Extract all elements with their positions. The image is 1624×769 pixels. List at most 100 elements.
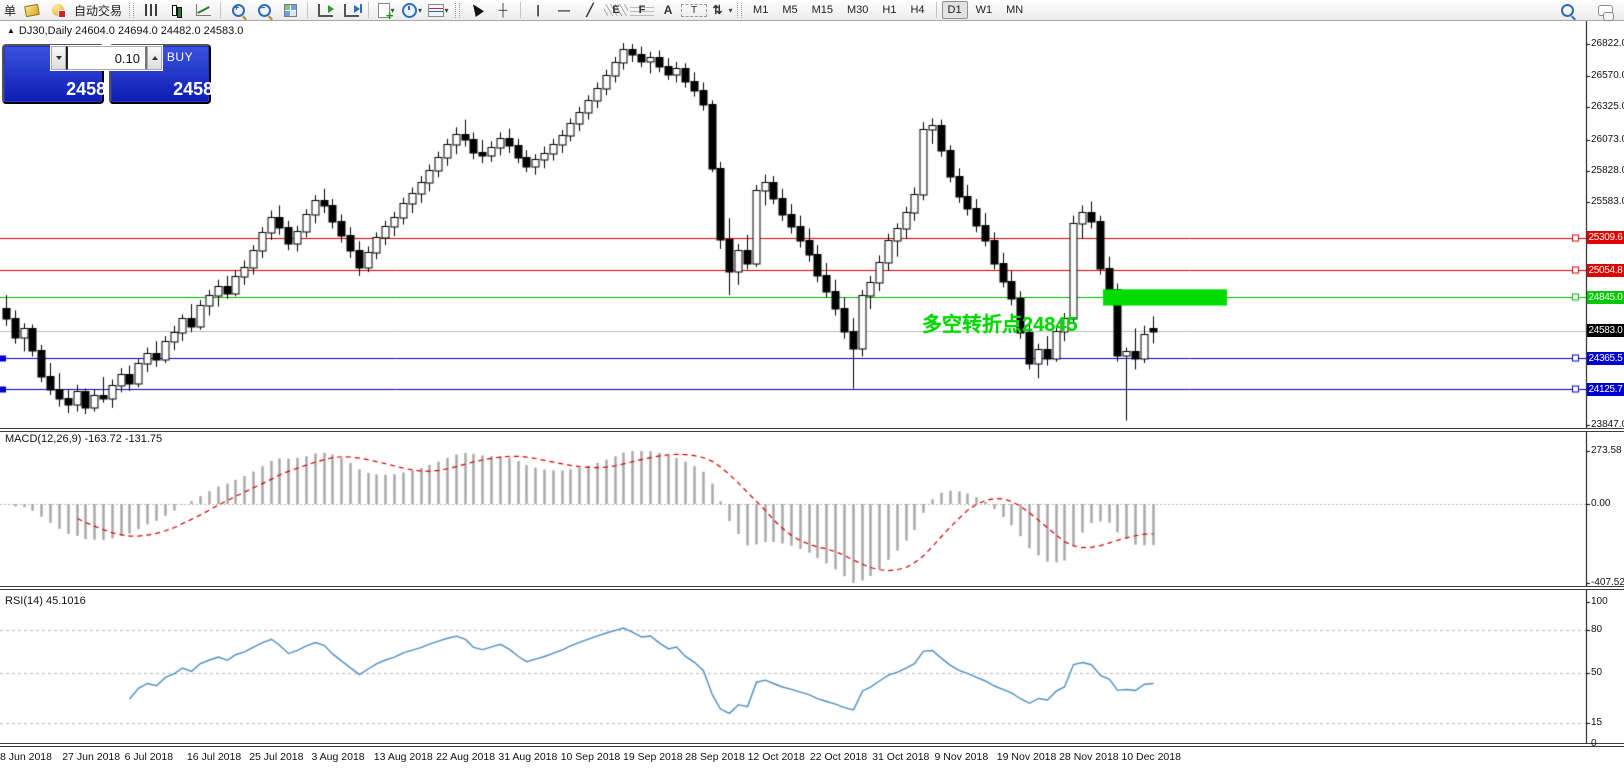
tile-windows-button[interactable]	[278, 1, 302, 20]
timeframe-w1[interactable]: W1	[970, 1, 999, 19]
price-tick-label: 23847.0	[1591, 419, 1624, 430]
chat-button[interactable]	[1593, 1, 1617, 20]
toolbar-grip[interactable]	[455, 3, 460, 18]
fibonacci-tool-icon: F	[630, 4, 654, 16]
autotrading-button[interactable]	[46, 1, 70, 20]
zoom-in-button[interactable]	[226, 1, 250, 20]
search-button[interactable]	[1555, 1, 1579, 20]
ohlc-text: DJ30,Daily 24604.0 24694.0 24482.0 24583…	[19, 25, 243, 37]
zoom-out-icon	[258, 4, 271, 17]
price-tag: 24125.7	[1587, 383, 1624, 396]
label-tool-button[interactable]: T	[682, 1, 706, 20]
chart-shift-button[interactable]	[339, 1, 363, 20]
channel-tool-button[interactable]: E	[604, 1, 628, 20]
macd-tick-label: -407.52	[1591, 577, 1624, 588]
toolbar-separator	[520, 2, 521, 18]
chart-annotation-text[interactable]: 多空转折点24845	[922, 308, 1078, 337]
indicators-icon	[378, 3, 390, 18]
date-tick-label: 16 Jul 2018	[187, 751, 241, 763]
periods-button[interactable]: ▾	[400, 1, 424, 20]
text-tool-button[interactable]: A	[656, 1, 680, 20]
bar-chart-button[interactable]	[139, 1, 163, 20]
timeframe-h4[interactable]: H4	[904, 1, 930, 19]
price-tick-label: 25583.0	[1591, 196, 1624, 207]
indicators-button[interactable]: ▾	[374, 1, 398, 20]
rsi-tick-label: 0	[1591, 738, 1597, 749]
trendline-tool-icon: ╱	[580, 3, 600, 17]
horizontal-line-tool-button[interactable]: —	[552, 1, 576, 20]
autotrading-label: 自动交易	[74, 2, 122, 19]
cursor-icon	[469, 1, 484, 17]
date-tick-label: 28 Nov 2018	[1059, 751, 1119, 763]
date-tick-label: 28 Sep 2018	[685, 751, 745, 763]
timeframe-m1[interactable]: M1	[747, 1, 774, 19]
volume-spinner	[50, 45, 163, 71]
date-tick-label: 19 Nov 2018	[997, 751, 1057, 763]
auto-scroll-button[interactable]	[313, 1, 337, 20]
date-tick-label: 13 Aug 2018	[374, 751, 433, 763]
templates-button[interactable]: ▾	[426, 1, 450, 20]
price-tick-label: 26325.0	[1591, 101, 1624, 112]
buy-price: 24589.0	[160, 71, 258, 100]
timeframe-m30[interactable]: M30	[841, 1, 874, 19]
volume-input[interactable]	[66, 46, 147, 70]
triangle-down-icon	[56, 56, 62, 60]
one-click-trade-panel: SELL 24583.0 BUY 24589.0	[2, 44, 211, 104]
date-tick-label: 10 Sep 2018	[561, 751, 621, 763]
mt4-window: 单自动交易▾▾▾┼|—╱EFAT⇅▾M1M5M15M30H1H4D1W1MN ▲…	[0, 0, 1624, 769]
date-tick-label: 6 Jul 2018	[125, 751, 173, 763]
toolbar-grip[interactable]	[129, 3, 134, 18]
timeframe-mn[interactable]: MN	[1000, 1, 1029, 19]
rsi-tick-label: 50	[1591, 667, 1602, 678]
chart-canvas[interactable]	[0, 0, 1624, 769]
trendline-tool-button[interactable]: ╱	[578, 1, 602, 20]
date-tick-label: 22 Oct 2018	[810, 751, 867, 763]
toolbar-grip[interactable]	[737, 3, 742, 18]
crosshair-icon: ┼	[493, 3, 513, 17]
fibonacci-tool-button[interactable]: F	[630, 1, 654, 20]
volume-decrease-button[interactable]	[51, 46, 66, 70]
rsi-tick-label: 80	[1591, 624, 1602, 635]
date-tick-label: 31 Oct 2018	[872, 751, 929, 763]
volume-increase-button[interactable]	[147, 46, 162, 70]
timeframe-m5[interactable]: M5	[776, 1, 803, 19]
macd-indicator-label: MACD(12,26,9) -163.72 -131.75	[5, 433, 162, 445]
channel-tool-icon: E	[604, 4, 628, 16]
tile-windows-icon	[284, 4, 297, 17]
date-tick-label: 22 Aug 2018	[436, 751, 495, 763]
main-macd-pane-divider[interactable]	[0, 428, 1624, 432]
auto-scroll-icon	[318, 4, 333, 17]
date-tick-label: 3 Aug 2018	[312, 751, 365, 763]
macd-rsi-pane-divider[interactable]	[0, 586, 1624, 590]
timeframe-h1[interactable]: H1	[876, 1, 902, 19]
text-tool-icon: A	[658, 3, 678, 17]
arrows-tool-icon: ⇅	[708, 3, 728, 17]
timeframe-m15[interactable]: M15	[806, 1, 839, 19]
new-order-button[interactable]	[20, 1, 44, 20]
line-chart-button[interactable]	[191, 1, 215, 20]
price-tag: 24365.5	[1587, 352, 1624, 365]
date-tick-label: 12 Oct 2018	[748, 751, 805, 763]
chart-shift-icon	[344, 4, 359, 17]
macd-tick-label: 0.00	[1591, 498, 1610, 509]
date-tick-label: 19 Sep 2018	[623, 751, 683, 763]
toolbar: 单自动交易▾▾▾┼|—╱EFAT⇅▾M1M5M15M30H1H4D1W1MN	[0, 0, 1624, 21]
crosshair-button[interactable]: ┼	[491, 1, 515, 20]
toolbar-right	[1554, 0, 1618, 21]
cursor-button[interactable]	[465, 1, 489, 20]
candlestick-chart-button[interactable]	[165, 1, 189, 20]
rsi-tick-label: 100	[1591, 596, 1608, 607]
date-tick-label: 25 Jul 2018	[249, 751, 303, 763]
timeframe-d1[interactable]: D1	[942, 1, 968, 19]
vertical-line-tool-button[interactable]: |	[526, 1, 550, 20]
rsi-dates-pane-divider[interactable]	[0, 743, 1624, 747]
chat-icon	[1598, 5, 1613, 16]
arrows-tool-button[interactable]: ⇅▾	[708, 1, 732, 20]
date-tick-label: 10 Dec 2018	[1121, 751, 1181, 763]
zoom-out-button[interactable]	[252, 1, 276, 20]
symbol-marker-icon: ▲	[7, 26, 15, 35]
label-tool-icon: T	[681, 4, 707, 17]
periods-icon	[402, 3, 417, 18]
date-tick-label: 27 Jun 2018	[62, 751, 120, 763]
price-tick-label: 26073.0	[1591, 134, 1624, 145]
